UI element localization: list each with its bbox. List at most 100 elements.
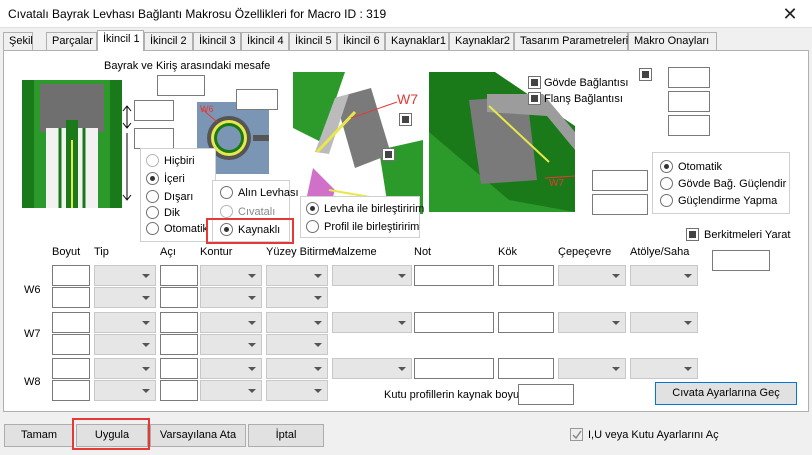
w7-type-select-2[interactable] xyxy=(94,334,156,355)
w8-angle-input-2[interactable] xyxy=(160,380,198,401)
w6-finish-select[interactable] xyxy=(266,265,328,286)
w8-shop-site-select[interactable] xyxy=(630,358,698,379)
w6-angle-input-2[interactable] xyxy=(160,287,198,308)
w8-type-select[interactable] xyxy=(94,358,156,379)
w6-type-select[interactable] xyxy=(94,265,156,286)
w7-angle-input-2[interactable] xyxy=(160,334,198,355)
reset-defaults-button[interactable]: Varsayılana Ata xyxy=(150,424,246,447)
stiffener-count-input[interactable] xyxy=(712,250,770,271)
w6-angle-input[interactable] xyxy=(160,265,198,286)
w7-angle-input[interactable] xyxy=(160,312,198,333)
w6-material-select[interactable] xyxy=(332,265,412,286)
radio-guclendirme-yapma[interactable] xyxy=(660,194,673,207)
radio-hicbiri-label: Hiçbiri xyxy=(164,155,195,167)
radio-iceri[interactable] xyxy=(146,172,159,185)
tab-ikincil-1[interactable]: İkincil 1 xyxy=(97,30,144,51)
iu-settings-checkbox[interactable] xyxy=(570,428,583,441)
stiffener-input-3[interactable] xyxy=(668,115,710,136)
radio-civatali-label: Cıvatalı xyxy=(238,206,276,218)
body-connection-checkbox[interactable] xyxy=(528,76,541,89)
ok-button[interactable]: Tamam xyxy=(4,424,74,447)
w7-size-input-2[interactable] xyxy=(52,334,90,355)
radio-levha-ile[interactable] xyxy=(306,202,319,215)
w8-contour-select-2[interactable] xyxy=(200,380,262,401)
stiffener-input-1[interactable] xyxy=(668,67,710,88)
w8-size-input-2[interactable] xyxy=(52,380,90,401)
w6-contour-select[interactable] xyxy=(200,265,262,286)
tab-makro-onaylari[interactable]: Makro Onayları xyxy=(628,32,717,50)
cancel-button[interactable]: İptal xyxy=(248,424,324,447)
w8-contour-select[interactable] xyxy=(200,358,262,379)
close-icon[interactable]: ✕ xyxy=(772,2,808,26)
w7-root-input[interactable] xyxy=(498,312,554,333)
w6-around-select[interactable] xyxy=(558,265,626,286)
weld-3d-view-1: W7 xyxy=(293,72,423,214)
dimension-input-2[interactable] xyxy=(134,128,174,149)
w7-type-select[interactable] xyxy=(94,312,156,333)
w6-contour-select-2[interactable] xyxy=(200,287,262,308)
w7-contour-select[interactable] xyxy=(200,312,262,333)
radio-alin-levhasi[interactable] xyxy=(220,186,233,199)
radio-alin-levhasi-label: Alın Levhası xyxy=(238,187,299,199)
tab-ikincil-3[interactable]: İkincil 3 xyxy=(193,32,241,50)
w8-material-select[interactable] xyxy=(332,358,412,379)
w7-shop-site-select[interactable] xyxy=(630,312,698,333)
radio-hicbiri[interactable] xyxy=(146,154,159,167)
tube-weld-length-input[interactable] xyxy=(518,384,574,405)
bolt-settings-button[interactable]: Cıvata Ayarlarına Geç xyxy=(655,382,797,405)
w8-around-select[interactable] xyxy=(558,358,626,379)
tab-tasarim-parametreleri[interactable]: Tasarım Parametreleri xyxy=(514,32,628,50)
w7-around-select[interactable] xyxy=(558,312,626,333)
extra-option-checkbox[interactable] xyxy=(639,68,652,81)
weld-option-2-checkbox[interactable] xyxy=(382,148,395,161)
stiffener-input-4[interactable] xyxy=(592,170,648,191)
w7-contour-select-2[interactable] xyxy=(200,334,262,355)
w8-root-input[interactable] xyxy=(498,358,554,379)
radio-dik[interactable] xyxy=(146,206,159,219)
tab-kaynaklar-2[interactable]: Kaynaklar2 xyxy=(449,32,514,50)
w6-note-input[interactable] xyxy=(414,265,494,286)
w6-type-select-2[interactable] xyxy=(94,287,156,308)
w8-size-input[interactable] xyxy=(52,358,90,379)
w7-material-select[interactable] xyxy=(332,312,412,333)
flange-connection-checkbox[interactable] xyxy=(528,92,541,105)
radio-otomatik-placement-label: Otomatik xyxy=(164,223,209,235)
w6-shop-site-select[interactable] xyxy=(630,265,698,286)
tab-kaynaklar-1[interactable]: Kaynaklar1 xyxy=(385,32,449,50)
radio-disari[interactable] xyxy=(146,190,159,203)
w7-note-input[interactable] xyxy=(414,312,494,333)
w7-size-input[interactable] xyxy=(52,312,90,333)
w6-size-input-2[interactable] xyxy=(52,287,90,308)
tab-ikincil-6[interactable]: İkincil 6 xyxy=(337,32,385,50)
tab-sekil[interactable]: Şekil xyxy=(3,32,33,50)
radio-otomatik-stiffener[interactable] xyxy=(660,160,673,173)
radio-govde-bag[interactable] xyxy=(660,177,673,190)
tab-ikincil-5[interactable]: İkincil 5 xyxy=(289,32,337,50)
w6-root-input[interactable] xyxy=(498,265,554,286)
pipe-offset-input[interactable] xyxy=(236,89,278,110)
w7-finish-select-2[interactable] xyxy=(266,334,328,355)
header-yuzey: Yüzey Bitirme xyxy=(266,246,334,258)
tab-parcalar[interactable]: Parçalar xyxy=(46,32,97,50)
w8-type-select-2[interactable] xyxy=(94,380,156,401)
stiffener-input-2[interactable] xyxy=(668,91,710,112)
flag-plate-section-image xyxy=(22,80,122,208)
tab-ikincil-2[interactable]: İkincil 2 xyxy=(144,32,193,50)
radio-profil-ile[interactable] xyxy=(306,220,319,233)
tab-ikincil-4[interactable]: İkincil 4 xyxy=(241,32,289,50)
radio-civatali[interactable] xyxy=(220,205,233,218)
create-stiffeners-checkbox[interactable] xyxy=(686,228,699,241)
w8-angle-input[interactable] xyxy=(160,358,198,379)
w8-note-input[interactable] xyxy=(414,358,494,379)
radio-otomatik-placement[interactable] xyxy=(146,222,159,235)
w6-finish-select-2[interactable] xyxy=(266,287,328,308)
weld-option-1-checkbox[interactable] xyxy=(399,113,412,126)
distance-input[interactable] xyxy=(157,75,205,96)
stiffener-input-5[interactable] xyxy=(592,194,648,215)
w6-size-input[interactable] xyxy=(52,265,90,286)
w8-finish-select[interactable] xyxy=(266,358,328,379)
w8-finish-select-2[interactable] xyxy=(266,380,328,401)
radio-govde-bag-label: Gövde Bağ. Güçlendir xyxy=(678,178,787,190)
w7-finish-select[interactable] xyxy=(266,312,328,333)
dimension-input-1[interactable] xyxy=(134,100,174,121)
